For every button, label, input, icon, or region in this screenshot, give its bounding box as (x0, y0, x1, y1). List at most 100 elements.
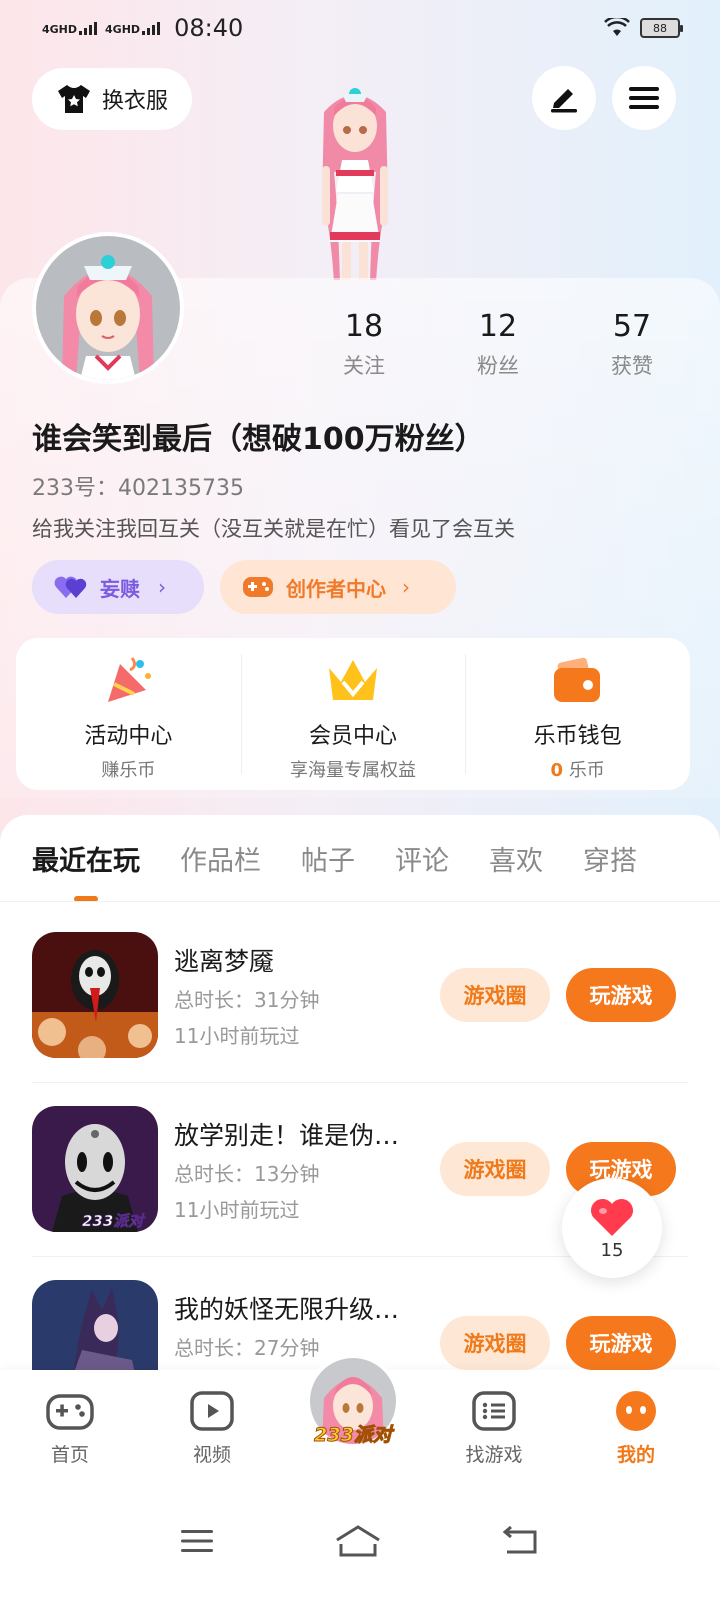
status-bar: 4GHD 4GHD 08:40 88 (0, 0, 720, 56)
double-heart-icon (54, 576, 87, 598)
floating-like-button[interactable]: 15 (562, 1178, 662, 1278)
nav-mine-label: 我的 (616, 1444, 655, 1466)
game-last-played: 11小时前玩过 (174, 1198, 300, 1222)
followers-stat[interactable]: 12 粉丝 (448, 308, 548, 380)
love-pill[interactable]: 妄赎 › (32, 560, 204, 614)
list-icon (472, 1391, 516, 1431)
game-row[interactable]: 逃离梦魇 总时长：31分钟 11小时前玩过 游戏圈 玩游戏 (32, 932, 688, 1062)
nav-find-games[interactable]: 找游戏 (444, 1390, 544, 1467)
game-icon: 233派对 (32, 1106, 158, 1232)
game-circle-button[interactable]: 游戏圈 (440, 1142, 550, 1196)
chevron-right-icon: › (402, 575, 410, 599)
following-count: 18 (344, 309, 384, 344)
wifi-icon (604, 18, 630, 36)
home-icon[interactable] (333, 1524, 383, 1558)
likes-count: 57 (612, 309, 652, 344)
coin-wallet-sub: 0 乐币 (465, 756, 690, 782)
game-duration: 总时长：27分钟 (174, 1336, 320, 1360)
profile-tabs: 最近在玩 作品栏 帖子 评论 喜欢 穿搭 (32, 839, 637, 902)
play-game-button[interactable]: 玩游戏 (566, 968, 676, 1022)
heart-icon (590, 1198, 634, 1236)
followers-count: 12 (478, 309, 518, 344)
game-circle-button[interactable]: 游戏圈 (440, 1316, 550, 1370)
nav-video-label: 视频 (192, 1444, 231, 1466)
chevron-right-icon: › (158, 575, 166, 599)
member-center-sub: 享海量专属权益 (290, 760, 416, 781)
sim1-label: 4GHD (42, 22, 78, 36)
following-stat[interactable]: 18 关注 (314, 308, 414, 380)
likes-label: 获赞 (611, 354, 653, 378)
party-popper-icon (108, 657, 152, 702)
member-center-title: 会员中心 (309, 724, 398, 749)
following-label: 关注 (343, 354, 385, 378)
face-icon (616, 1391, 656, 1431)
love-pill-label: 妄赎 (100, 576, 140, 601)
followers-label: 粉丝 (477, 354, 519, 378)
nav-home-label: 首页 (50, 1444, 89, 1466)
tab-posts[interactable]: 帖子 (301, 839, 355, 878)
signal-icon-sim2: 4GHD (105, 21, 161, 36)
coin-unit: 乐币 (568, 760, 605, 781)
shirt-icon (57, 85, 90, 113)
username: 谁会笑到最后（想破100万粉丝） (32, 422, 485, 457)
nav-home[interactable]: 首页 (20, 1390, 120, 1467)
nav-video[interactable]: 视频 (162, 1390, 262, 1467)
profile-avatar[interactable] (32, 232, 184, 384)
change-outfit-button[interactable]: 换衣服 (32, 68, 192, 130)
game-icon-badge: 233派对 (82, 1212, 144, 1231)
row-divider (32, 1082, 688, 1083)
battery-icon: 88 (640, 18, 683, 38)
tab-comments[interactable]: 评论 (395, 839, 449, 878)
game-name: 我的妖怪无限升级… (174, 1295, 400, 1324)
gamepad-icon (46, 1394, 94, 1430)
recent-apps-icon[interactable] (179, 1527, 215, 1555)
nav-mine[interactable]: 我的 (586, 1390, 686, 1467)
coin-wallet-title: 乐币钱包 (533, 724, 622, 749)
tab-works[interactable]: 作品栏 (180, 839, 261, 878)
menu-icon (629, 87, 659, 109)
activity-center-sub: 赚乐币 (101, 760, 156, 781)
game-last-played: 11小时前玩过 (174, 1024, 300, 1048)
activity-center[interactable]: 活动中心 赚乐币 (16, 638, 241, 790)
nav-party-brand: 233派对 (314, 1424, 393, 1447)
avatar-character-model[interactable] (280, 82, 430, 280)
tab-recent-played[interactable]: 最近在玩 (32, 839, 140, 902)
clock: 08:40 (174, 14, 244, 42)
creator-center-label: 创作者中心 (286, 576, 386, 601)
member-center[interactable]: 会员中心 享海量专属权益 (240, 638, 466, 790)
change-outfit-label: 换衣服 (101, 89, 168, 114)
tab-divider (0, 901, 720, 902)
user-id: 233号：402135735 (32, 476, 244, 501)
back-icon[interactable] (501, 1526, 541, 1556)
system-navigation-bar (0, 1482, 720, 1600)
video-icon (190, 1391, 234, 1431)
likes-stat[interactable]: 57 获赞 (582, 308, 682, 380)
battery-level: 88 (653, 21, 667, 35)
sim2-label: 4GHD (105, 22, 141, 36)
tab-outfits[interactable]: 穿搭 (583, 839, 637, 878)
crown-icon (329, 660, 377, 700)
creator-center-pill[interactable]: 创作者中心 › (220, 560, 456, 614)
activity-center-title: 活动中心 (84, 724, 173, 749)
coin-balance: 0 (550, 760, 564, 781)
game-duration: 总时长：13分钟 (174, 1162, 320, 1186)
play-game-button[interactable]: 玩游戏 (566, 1316, 676, 1370)
game-duration: 总时长：31分钟 (174, 988, 320, 1012)
bottom-navigation: 首页 视频 233派对 找游戏 我的 (0, 1354, 720, 1482)
pen-icon (551, 89, 577, 113)
user-bio: 给我关注我回互关（没互关就是在忙）看见了会互关 (32, 517, 515, 541)
edit-button[interactable] (532, 66, 596, 130)
nav-party-center[interactable]: 233派对 (306, 1354, 400, 1448)
game-circle-button[interactable]: 游戏圈 (440, 968, 550, 1022)
gamepad-icon (243, 577, 273, 597)
game-icon (32, 932, 158, 1058)
nav-find-games-label: 找游戏 (465, 1444, 523, 1466)
like-count: 15 (600, 1239, 624, 1261)
game-name: 放学别走！谁是伪… (174, 1121, 400, 1150)
signal-icon-sim1: 4GHD (42, 21, 98, 36)
menu-button[interactable] (612, 66, 676, 130)
tab-likes[interactable]: 喜欢 (489, 839, 543, 878)
coin-wallet[interactable]: 乐币钱包 0 乐币 (465, 638, 690, 790)
wallet-icon (553, 657, 600, 702)
services-panel: 活动中心 赚乐币 会员中心 享海量专属权益 乐币钱包 0 乐币 (16, 638, 690, 790)
